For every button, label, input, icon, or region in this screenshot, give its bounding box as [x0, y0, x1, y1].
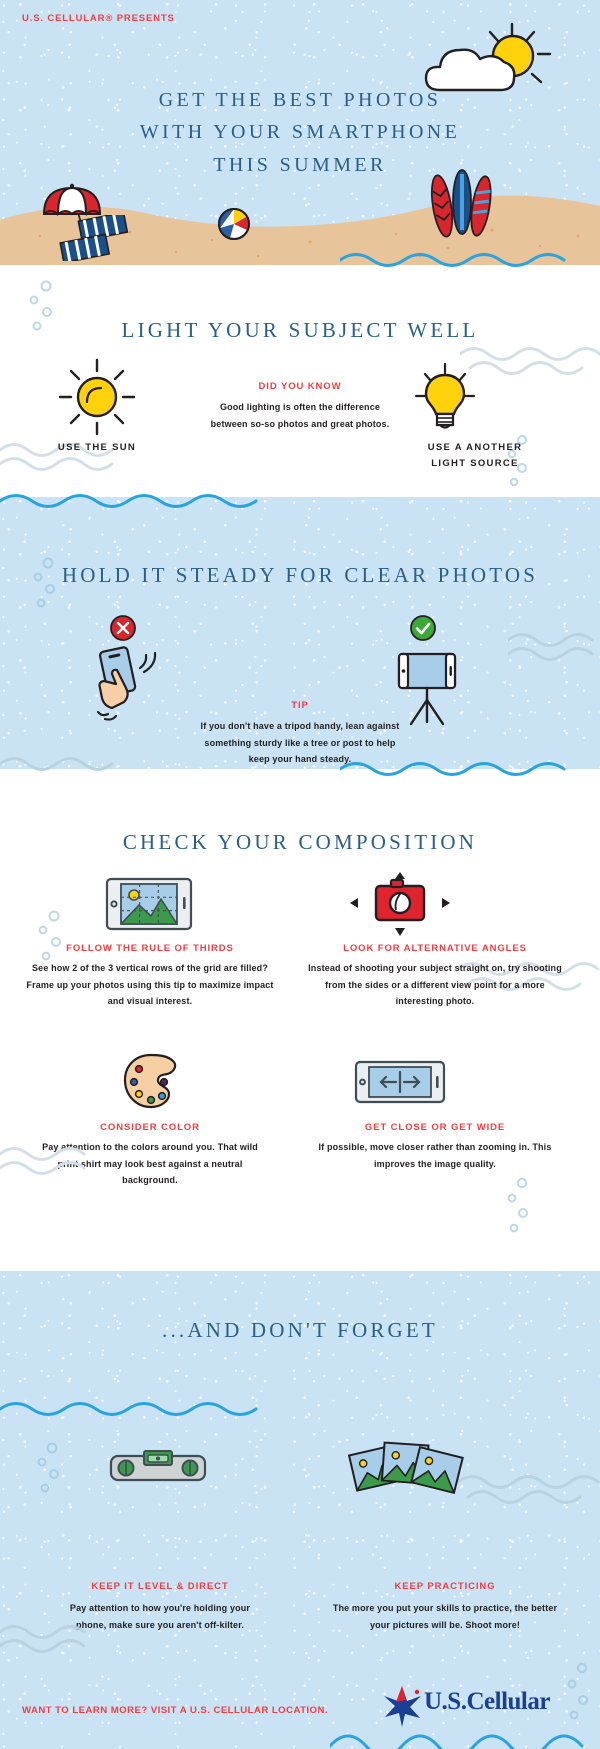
light-left-label: USE THE SUN: [57, 442, 137, 453]
did-you-know-body: Good lighting is often the difference be…: [210, 402, 390, 429]
wave-divider-icon: [0, 494, 258, 508]
wave-divider-icon: [330, 1734, 584, 1749]
forget-tip-2-heading: KEEP PRACTICING: [394, 1581, 496, 1592]
composition-tip-2-body: Instead of shooting your subject straigh…: [308, 963, 562, 1007]
presents-eyebrow: U.S. CELLULAR® PRESENTS: [22, 13, 175, 24]
infographic-page: U.S. CELLULAR® PRESENTS GET THE BEST PHO…: [0, 0, 600, 1749]
check-mark-icon: [410, 615, 436, 641]
grey-wave-icon: [0, 757, 114, 771]
camera-angles-icon: [350, 872, 450, 936]
phone-zoom-arrows-icon: [354, 1060, 446, 1104]
page-title-line-1: GET THE BEST PHOTOS: [158, 89, 442, 111]
light-right-label: USE A ANOTHER LIGHT SOURCE: [427, 442, 523, 470]
sun-icon: [58, 358, 136, 436]
us-cellular-star-icon: [384, 1686, 421, 1727]
forget-tip-1-heading: KEEP IT LEVEL & DIRECT: [91, 1581, 229, 1592]
logo-text-cellular: Cellular: [466, 1688, 550, 1715]
composition-tip-1-heading: FOLLOW THE RULE OF THIRDS: [66, 943, 234, 954]
wave-divider-icon: [340, 253, 566, 267]
wave-divider-icon: [340, 762, 566, 776]
spirit-level-icon: [109, 1450, 207, 1482]
forget-tip-2-body: The more you put your skills to practice…: [332, 1603, 558, 1630]
composition-tip-3-heading: CONSIDER COLOR: [100, 1122, 200, 1133]
page-title: GET THE BEST PHOTOS WITH YOUR SMARTPHONE…: [0, 84, 600, 181]
bubbles-icon: [37, 1442, 59, 1493]
composition-tip-1-body: See how 2 of the 3 vertical rows of the …: [26, 963, 274, 1007]
composition-tip-4-body: If possible, move closer rather than zoo…: [318, 1142, 552, 1169]
section-title-light: LIGHT YOUR SUBJECT WELL: [121, 318, 479, 342]
grey-wave-icon: [458, 1475, 600, 1504]
beach-ball-icon: [218, 208, 250, 240]
footer-cta[interactable]: WANT TO LEARN MORE? VISIT A U.S. CELLULA…: [22, 1705, 412, 1716]
x-mark-icon: [110, 615, 136, 641]
tip-eyebrow: TIP: [291, 700, 309, 711]
beach-towel-icon: [59, 215, 129, 261]
us-cellular-logo-text: U.S.Cellular: [424, 1688, 550, 1716]
grey-wave-icon: [460, 347, 600, 375]
wave-divider-icon: [0, 1402, 258, 1416]
bubbles-icon: [567, 1662, 588, 1720]
handheld-phone-shake-icon: [96, 646, 157, 721]
did-you-know-eyebrow: DID YOU KNOW: [258, 381, 342, 392]
surfboard-icon: [430, 169, 492, 238]
phone-grid-photo-icon: [105, 877, 193, 931]
grey-wave-icon: [0, 1625, 86, 1653]
logo-text-us: U.S.: [424, 1688, 467, 1715]
section-title-steady: HOLD IT STEADY FOR CLEAR PHOTOS: [61, 563, 539, 587]
forget-tip-1-body: Pay attention to how you're holding your…: [69, 1603, 251, 1630]
page-title-line-3: THIS SUMMER: [213, 153, 387, 176]
page-title-line-2: WITH YOUR SMARTPHONE: [139, 121, 461, 144]
bubbles-icon: [507, 1177, 528, 1233]
section-title-composition: CHECK YOUR COMPOSITION: [122, 830, 478, 854]
phone-on-tripod-icon: [397, 652, 457, 726]
section-title-forget: ...AND DON'T FORGET: [162, 1318, 438, 1342]
grey-wave-icon: [508, 633, 594, 661]
lightbulb-icon: [414, 362, 476, 429]
composition-tip-4-heading: GET CLOSE OR GET WIDE: [364, 1122, 506, 1133]
photo-stack-icon: [347, 1441, 464, 1494]
grey-wave-icon: [0, 1147, 86, 1175]
paint-palette-icon: [123, 1053, 177, 1109]
composition-tip-2-heading: LOOK FOR ALTERNATIVE ANGLES: [343, 943, 527, 954]
